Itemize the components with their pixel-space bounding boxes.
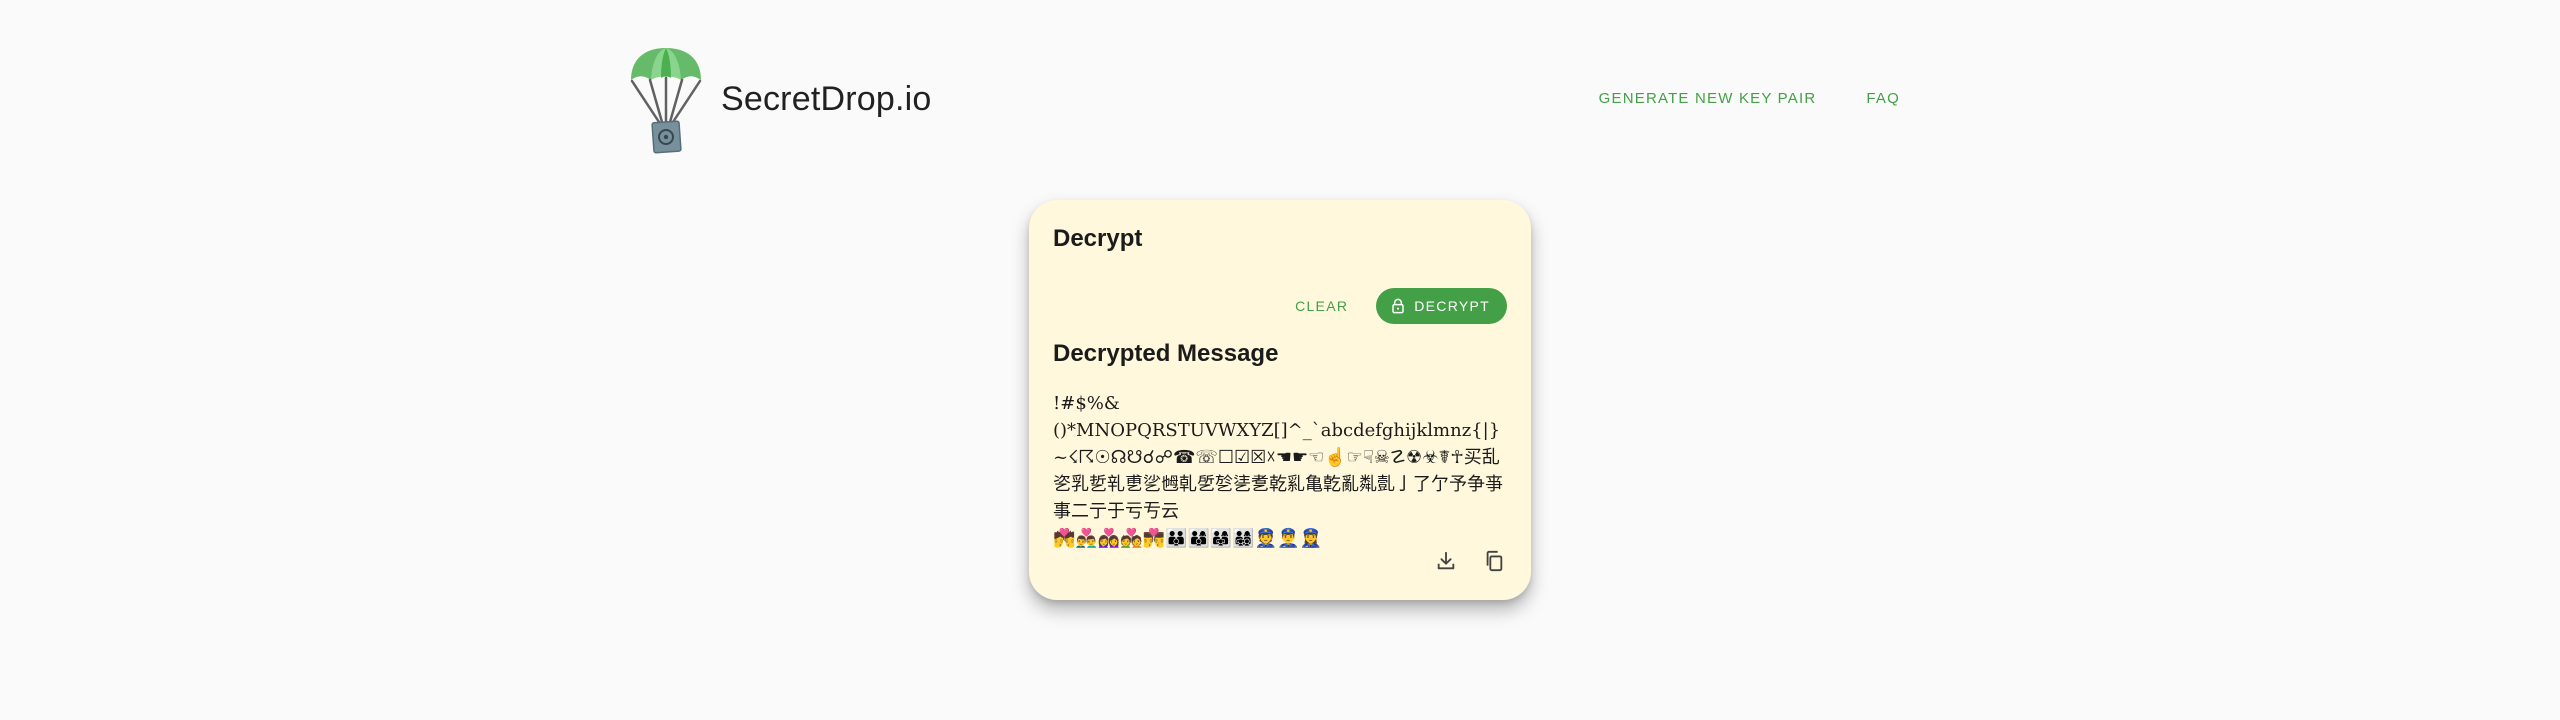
decrypted-message-text[interactable]: !#$%& ()*MNOPQRSTUVWXYZ[]^_`abcdefghijkl… [1053, 390, 1509, 552]
download-icon[interactable] [1433, 548, 1459, 574]
parachute-logo-icon[interactable] [628, 44, 704, 156]
copy-icon[interactable] [1481, 548, 1507, 574]
card-footer [1433, 548, 1507, 574]
decrypt-button-label: DECRYPT [1414, 298, 1490, 314]
faq-link[interactable]: FAQ [1866, 90, 1900, 107]
generate-key-pair-link[interactable]: GENERATE NEW KEY PAIR [1599, 90, 1817, 107]
lock-open-icon [1392, 298, 1404, 314]
top-nav: GENERATE NEW KEY PAIR FAQ [1599, 90, 1900, 107]
card-title: Decrypt [1053, 225, 1143, 252]
decrypt-button[interactable]: DECRYPT [1376, 288, 1507, 324]
decrypt-card: Decrypt CLEAR DECRYPT Decrypted Message … [1029, 200, 1531, 600]
card-actions: CLEAR DECRYPT [1291, 288, 1507, 324]
clear-button[interactable]: CLEAR [1291, 292, 1352, 320]
decrypted-message-heading: Decrypted Message [1053, 340, 1279, 367]
brand-name[interactable]: SecretDrop.io [721, 80, 931, 119]
app-header: SecretDrop.io GENERATE NEW KEY PAIR FAQ [628, 44, 1900, 156]
